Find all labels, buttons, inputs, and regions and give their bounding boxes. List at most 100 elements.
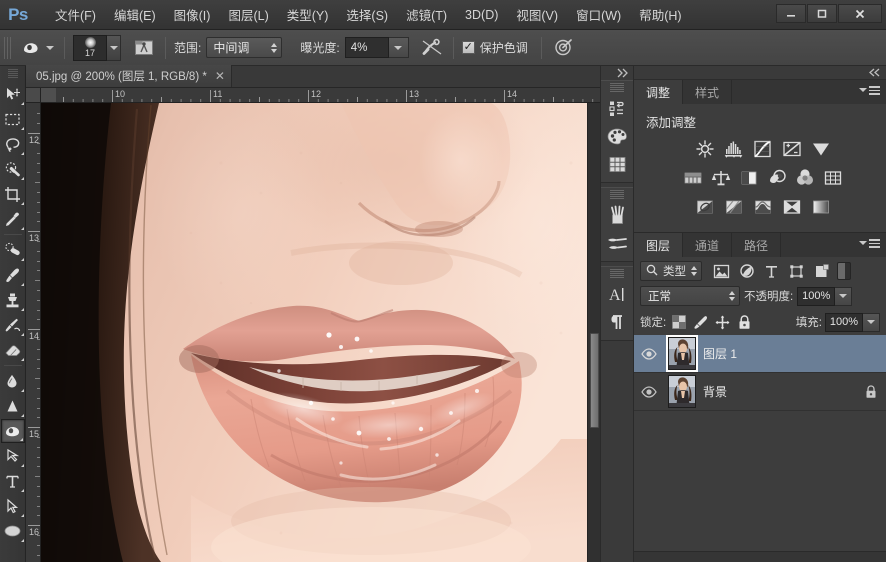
dock-grip-2[interactable] [610,190,624,199]
dodge-tool[interactable] [1,419,25,443]
table-row[interactable]: 背景 [634,373,886,411]
blend-mode-select[interactable]: 正常 [640,286,740,306]
layer-filter-type-select[interactable]: 类型 [640,261,702,281]
menu-type[interactable]: 类型(Y) [278,0,338,30]
invert-icon[interactable] [694,197,716,217]
move-tool[interactable] [1,82,25,106]
history-icon[interactable] [602,95,632,121]
color-palette-icon[interactable] [602,123,632,149]
brush-presets-icon[interactable] [602,202,632,228]
selective-color-icon[interactable] [781,197,803,217]
dock-collapse-icon[interactable] [867,64,880,82]
fill-chevron-icon[interactable] [863,313,880,332]
black-white-icon[interactable] [738,168,760,188]
menu-file[interactable]: 文件(F) [46,0,105,30]
pixel-layer-filter-icon[interactable] [710,260,733,282]
threshold-icon[interactable] [752,197,774,217]
fill-value[interactable]: 100% [825,313,863,332]
horizontal-ruler[interactable]: 10 11 12 13 14 [26,88,600,103]
brush-panel-toggle-icon[interactable] [131,36,157,60]
layers-panel-menu-button[interactable] [859,239,880,248]
dock-expand-button[interactable] [601,66,633,80]
posterize-icon[interactable] [723,197,745,217]
levels-icon[interactable] [723,139,745,159]
path-selection-tool[interactable] [1,494,25,518]
canvas-vertical-scrollbar[interactable] [587,103,600,562]
exposure-control[interactable]: 4% [345,37,409,58]
adjustments-panel-menu-button[interactable] [859,86,880,95]
layer-thumbnail-cell[interactable] [661,375,703,408]
vibrance-icon[interactable] [810,139,832,159]
adjustment-layer-filter-icon[interactable] [735,260,758,282]
channel-mixer-icon[interactable] [794,168,816,188]
dock-grip-3[interactable] [610,269,624,278]
options-bar-grip[interactable] [4,37,11,59]
shape-layer-filter-icon[interactable] [785,260,808,282]
color-lookup-icon[interactable] [822,168,844,188]
canvas-scroll-thumb[interactable] [590,333,599,428]
exposure-chevron-icon[interactable] [389,37,409,58]
brush-size-control[interactable]: 17 [73,35,121,61]
curves-icon[interactable] [752,139,774,159]
color-balance-icon[interactable] [710,168,732,188]
clone-stamp-tool[interactable] [1,288,25,312]
menu-image[interactable]: 图像(I) [165,0,220,30]
menu-select[interactable]: 选择(S) [337,0,397,30]
swatches-grid-icon[interactable] [602,151,632,177]
toolbar-grip[interactable] [8,69,18,79]
character-icon[interactable]: A [602,281,632,307]
protect-tones-check-icon[interactable]: ✓ [462,41,475,54]
opacity-chevron-icon[interactable] [835,287,852,306]
close-button[interactable] [838,4,882,23]
smart-object-filter-icon[interactable] [810,260,833,282]
layer-visibility-toggle[interactable] [637,386,661,398]
document-tab[interactable]: 05.jpg @ 200% (图层 1, RGB/8) * ✕ [26,65,232,87]
blur-tool[interactable] [1,394,25,418]
close-icon[interactable]: ✕ [215,70,225,82]
eyedropper-tool[interactable] [1,207,25,231]
vertical-ruler[interactable]: 12 13 14 15 16 [26,103,41,562]
layer-thumbnail-cell[interactable] [661,337,703,370]
crop-tool[interactable] [1,182,25,206]
tab-layers[interactable]: 图层 [634,233,683,257]
tool-preset-chevron-icon[interactable] [46,46,54,50]
menu-window[interactable]: 窗口(W) [567,0,630,30]
lock-transparency-icon[interactable] [669,313,688,332]
gradient-map-icon[interactable] [810,197,832,217]
exposure-value[interactable]: 4% [345,37,389,58]
exposure-icon[interactable] [781,139,803,159]
hue-saturation-icon[interactable] [682,168,704,188]
pen-tool[interactable] [1,444,25,468]
history-brush-tool[interactable] [1,313,25,337]
photo-filter-icon[interactable] [766,168,788,188]
protect-tones-checkbox[interactable]: ✓ 保护色调 [462,39,533,56]
tab-adjustments[interactable]: 调整 [634,80,683,104]
brush-tip-icon[interactable] [602,230,632,256]
opacity-value[interactable]: 100% [797,287,835,306]
brightness-contrast-icon[interactable] [694,139,716,159]
ruler-corner[interactable] [26,88,41,103]
horizontal-type-tool[interactable] [1,469,25,493]
maximize-button[interactable] [807,4,837,23]
dodge-preset-icon[interactable] [550,36,576,60]
image-canvas[interactable] [41,103,600,562]
menu-layer[interactable]: 图层(L) [219,0,277,30]
lock-all-icon[interactable] [735,313,754,332]
tab-paths[interactable]: 路径 [732,233,781,257]
brush-preview[interactable]: 17 [73,35,107,61]
current-tool-well[interactable] [16,36,56,60]
layer-visibility-toggle[interactable] [637,348,661,360]
menu-view[interactable]: 视图(V) [507,0,567,30]
range-select[interactable]: 中间调 [206,37,282,58]
ellipse-tool[interactable] [1,519,25,543]
brush-picker-chevron-icon[interactable] [107,35,121,61]
lock-position-icon[interactable] [713,313,732,332]
spot-healing-brush-tool[interactable] [1,238,25,262]
menu-3d[interactable]: 3D(D) [456,0,507,30]
dock-grip-1[interactable] [610,83,624,92]
menu-edit[interactable]: 编辑(E) [105,0,165,30]
lock-image-icon[interactable] [691,313,710,332]
table-row[interactable]: 图层 1 [634,335,886,373]
gradient-tool[interactable] [1,369,25,393]
filter-toggle-switch[interactable] [837,262,851,280]
